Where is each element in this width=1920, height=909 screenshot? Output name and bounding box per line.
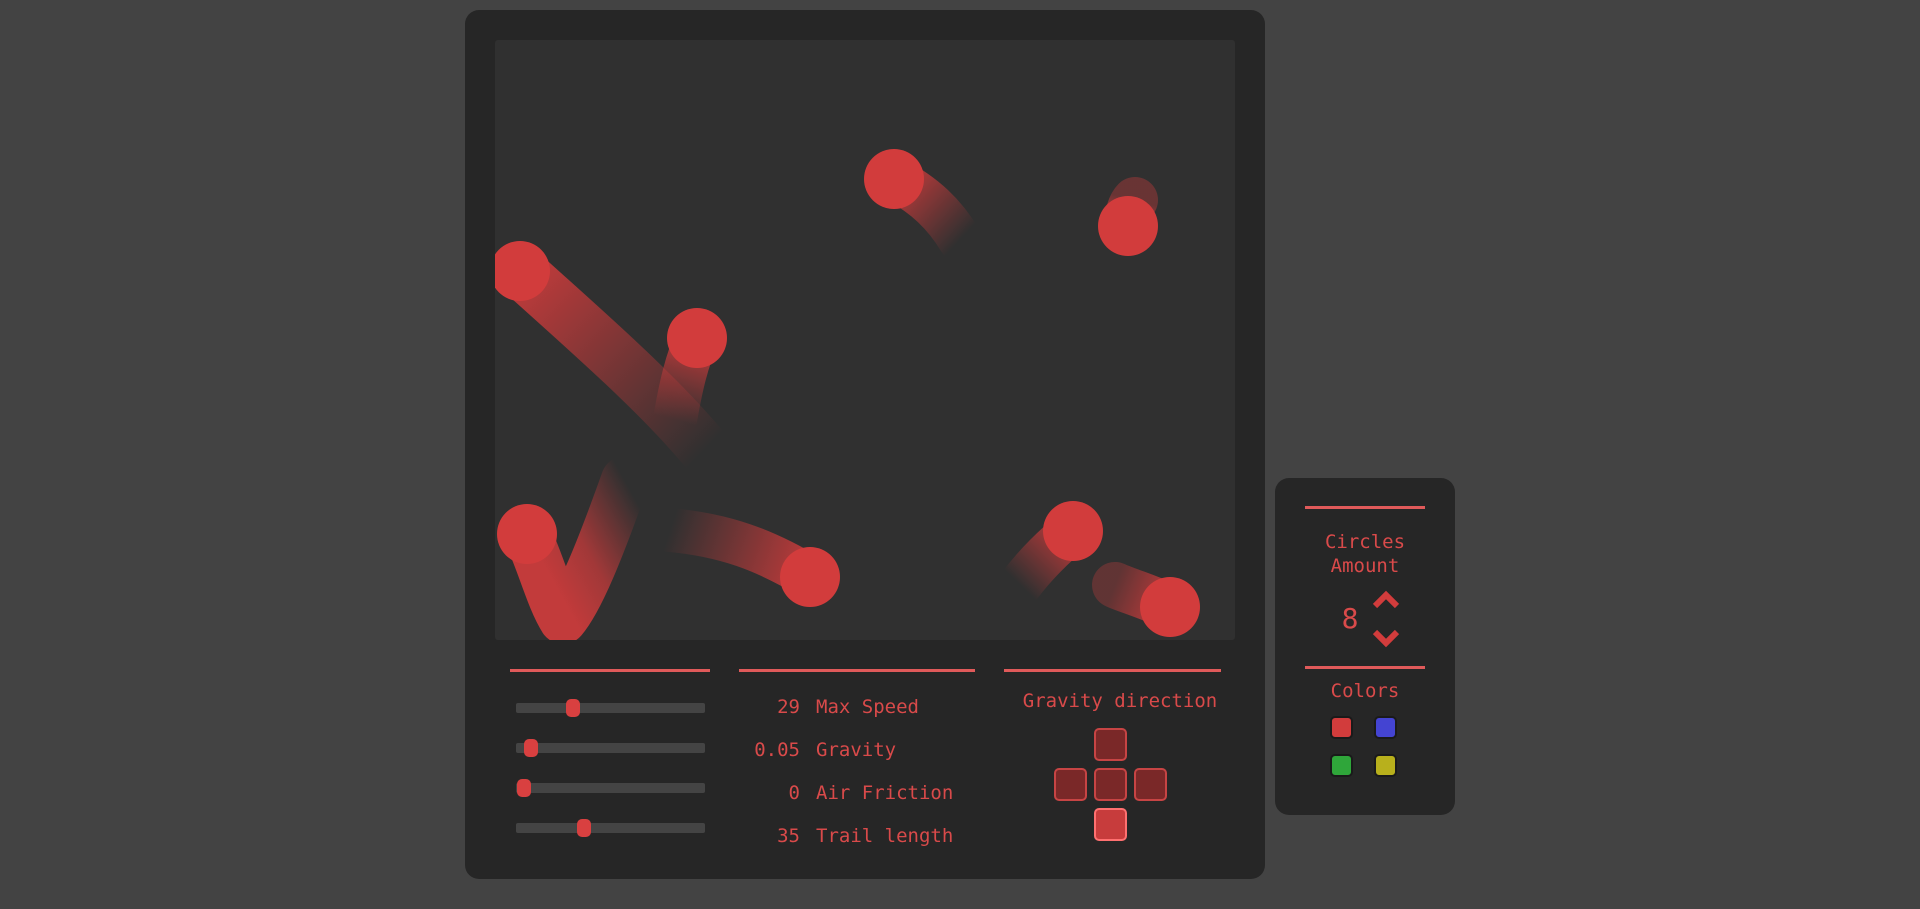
color-swatch-red[interactable] [1330,716,1353,739]
gravity-direction-title: Gravity direction [1022,690,1218,712]
divider [1305,666,1425,669]
gravity-slider[interactable] [516,739,705,757]
max-speed-label: Max Speed [816,696,919,718]
slider-thumb[interactable] [565,699,580,717]
circle [1098,196,1158,256]
circles-count: 8 [1341,602,1359,635]
divider [1004,669,1221,672]
trail-length-label: Trail length [816,825,954,847]
color-swatch-blue[interactable] [1374,716,1397,739]
slider-thumb[interactable] [524,739,539,757]
gravity-left-button[interactable] [1054,768,1087,801]
slider-thumb[interactable] [577,819,592,837]
circle [667,308,727,368]
air-friction-label: Air Friction [816,782,954,804]
chevron-up-icon [1372,590,1400,609]
circles-title-line2: Amount [1330,555,1400,577]
circle [1140,577,1200,637]
trail-length-slider[interactable] [516,819,705,837]
circle [864,149,924,209]
color-swatch-yellow[interactable] [1374,754,1397,777]
gravity-up-button[interactable] [1094,728,1127,761]
circles-svg [495,149,1200,640]
max-speed-value: 29 [777,696,800,718]
divider [739,669,975,672]
air-friction-slider[interactable] [516,779,705,797]
max-speed-slider[interactable] [516,699,705,717]
circle [497,504,557,564]
gravity-down-button[interactable] [1094,808,1127,841]
air-friction-value: 0 [788,782,800,804]
circle [1043,501,1103,561]
chevron-down-icon [1372,629,1400,648]
simulation-canvas[interactable] [495,40,1235,640]
increase-circles-button[interactable] [1371,588,1401,612]
color-swatch-green[interactable] [1330,754,1353,777]
colors-title: Colors [1330,680,1400,702]
gravity-label: Gravity [816,739,897,761]
circle [780,547,840,607]
slider-thumb[interactable] [516,779,531,797]
gravity-center-button[interactable] [1094,768,1127,801]
side-panel: Circles Amount 8 Colors [1275,478,1455,815]
divider [1305,506,1425,509]
trail-length-value: 35 [777,825,800,847]
gravity-value: 0.05 [754,739,800,761]
simulation-panel: 29 Max Speed 0.05 Gravity 0 Air Friction… [465,10,1265,879]
divider [510,669,710,672]
gravity-right-button[interactable] [1134,768,1167,801]
decrease-circles-button[interactable] [1371,626,1401,650]
circles-amount-title: Circles Amount [1275,530,1455,578]
circles-title-line1: Circles [1324,531,1406,553]
